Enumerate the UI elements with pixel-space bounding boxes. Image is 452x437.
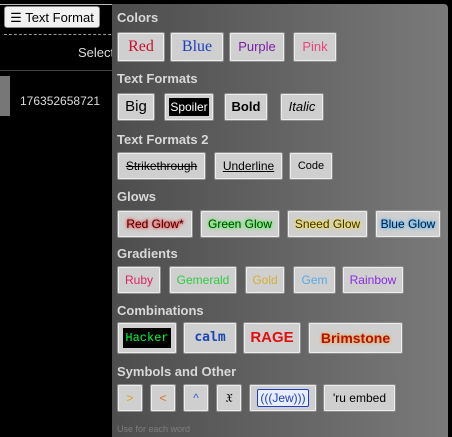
hint-text: Use for each word (117, 424, 191, 434)
ruby-button[interactable]: Ruby (117, 266, 161, 294)
rainbow-button[interactable]: Rainbow (342, 266, 404, 294)
less-than-button[interactable]: < (150, 384, 176, 412)
calm-button[interactable]: calm (183, 322, 237, 354)
scrollbar[interactable] (0, 76, 10, 116)
spoiler-button[interactable]: Spoiler (164, 93, 214, 121)
section-title-colors: Colors (117, 10, 159, 25)
purple-button[interactable]: Purple (229, 32, 285, 62)
section-title-text-formats-2: Text Formats 2 (117, 132, 209, 147)
section-title-combinations: Combinations (117, 303, 204, 318)
gem-button[interactable]: Gem (293, 266, 336, 294)
select-label: Select (78, 45, 115, 60)
hacker-button[interactable]: Hacker (117, 322, 177, 354)
bold-button[interactable]: Bold (224, 93, 268, 121)
caret-button[interactable]: ^ (183, 384, 209, 412)
text-format-popup: Colors Red Blue Purple Pink Text Formats… (112, 4, 448, 437)
ru-embed-button[interactable]: 'ru embed (323, 384, 396, 412)
text-format-button[interactable]: ☰ Text Format (4, 6, 100, 28)
red-glow-button[interactable]: Red Glow* (117, 210, 193, 238)
big-button[interactable]: Big (117, 93, 155, 121)
divider (0, 70, 116, 71)
pink-button[interactable]: Pink (293, 32, 337, 62)
blue-glow-button[interactable]: Blue Glow (375, 210, 441, 238)
section-title-symbols: Symbols and Other (117, 364, 237, 379)
sneed-glow-button[interactable]: Sneed Glow (287, 210, 368, 238)
green-glow-button[interactable]: Green Glow (200, 210, 280, 238)
italic-button[interactable]: Italic (280, 93, 324, 121)
blue-button[interactable]: Blue (170, 32, 224, 62)
section-title-gradients: Gradients (117, 246, 178, 261)
gold-button[interactable]: Gold (245, 266, 285, 294)
divider (4, 34, 116, 35)
greater-than-button[interactable]: > (117, 384, 143, 412)
spoiler-label: Spoiler (169, 98, 209, 116)
strikethrough-button[interactable]: Strikethrough (117, 152, 206, 180)
gemerald-button[interactable]: Gemerald (169, 266, 237, 294)
id-text: 176352658721 (20, 94, 101, 108)
underline-button[interactable]: Underline (214, 152, 283, 180)
code-button[interactable]: Code (289, 152, 333, 180)
rage-button[interactable]: RAGE (243, 322, 301, 354)
hacker-label: Hacker (123, 328, 171, 348)
red-button[interactable]: Red (117, 32, 165, 62)
jew-button[interactable]: (((Jew))) (249, 384, 317, 412)
section-title-text-formats: Text Formats (117, 71, 198, 86)
jew-label: (((Jew))) (257, 389, 309, 407)
section-title-glows: Glows (117, 189, 157, 204)
gothic-x-button[interactable]: 𝔛 (216, 384, 242, 412)
brimstone-button[interactable]: Brimstone (308, 322, 403, 354)
